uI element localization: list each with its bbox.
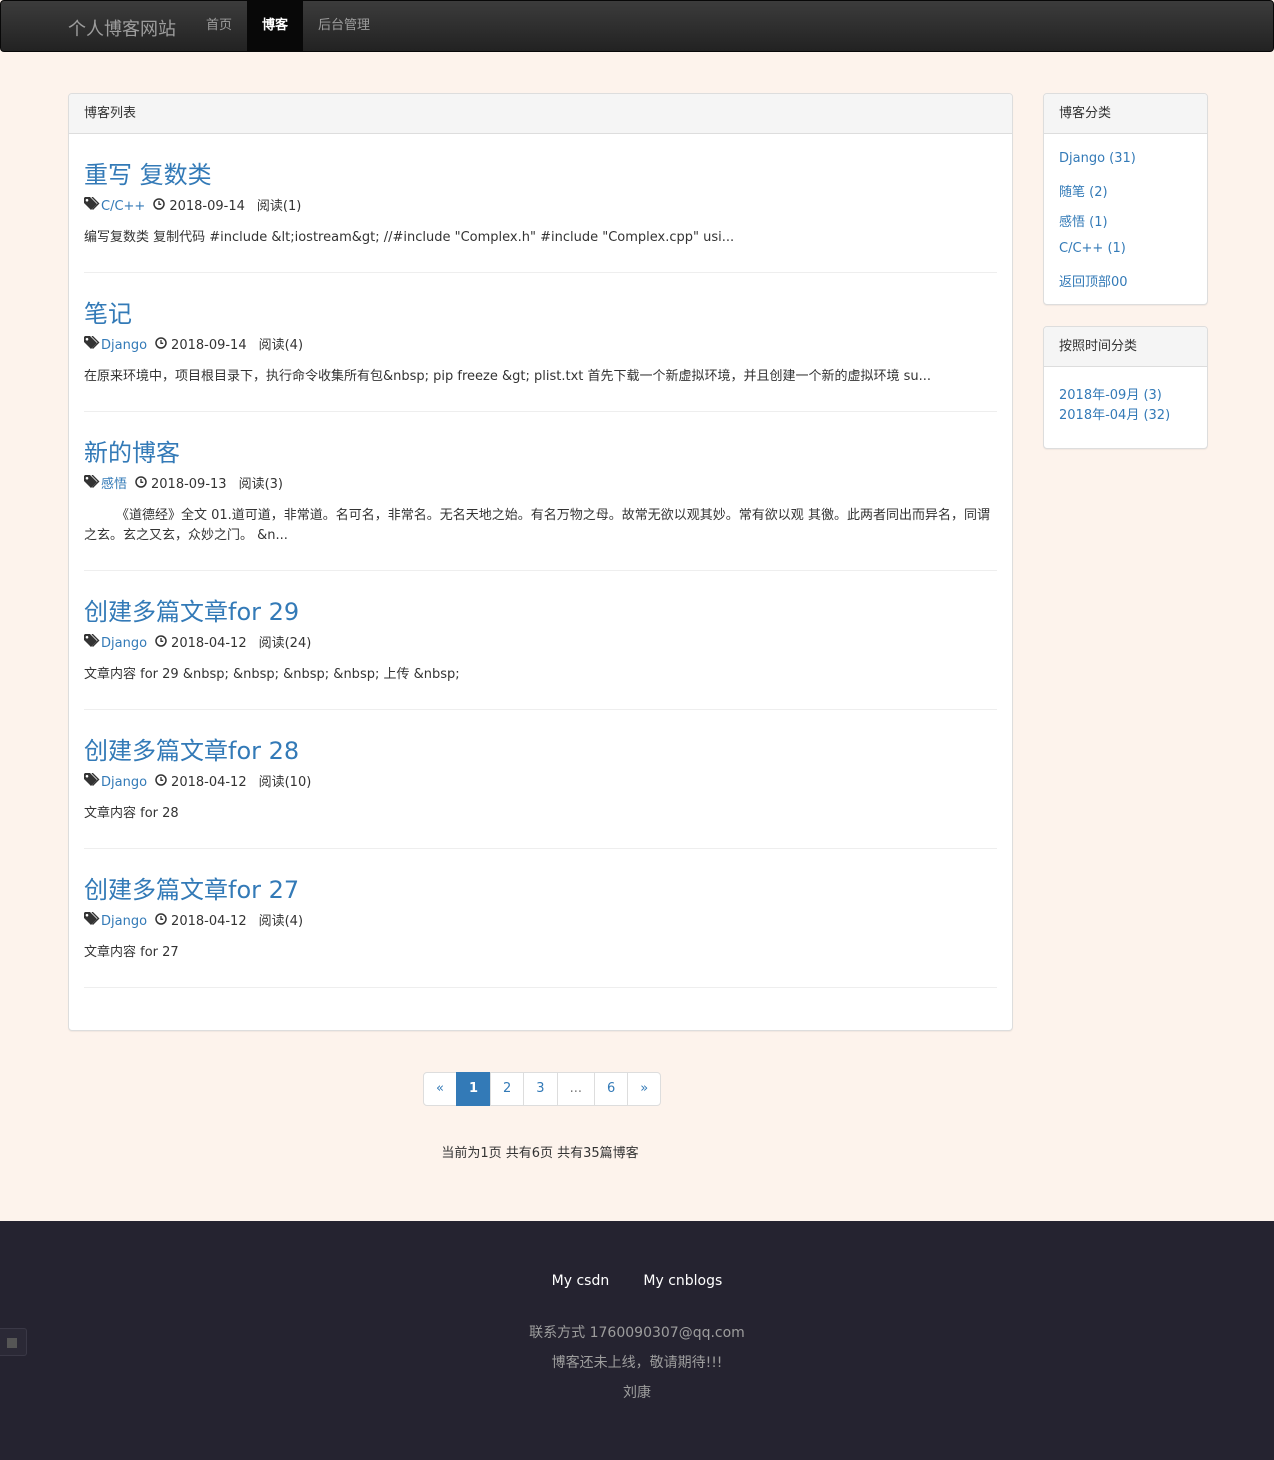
clock-icon <box>135 475 147 494</box>
post-date: 2018-09-14 <box>169 198 245 214</box>
post-title-link[interactable]: 重写 复数类 <box>84 161 212 189</box>
post-views: 阅读(4) <box>258 337 304 353</box>
footer-contact: 联系方式 1760090307@qq.com <box>529 1325 745 1341</box>
archive-panel: 按照时间分类 2018年-09月 (3) 2018年-04月 (32) <box>1043 326 1208 449</box>
page-2-button[interactable]: 2 <box>490 1072 525 1106</box>
post-meta: Django 2018-04-12 阅读(24) <box>84 633 997 653</box>
nav-blog[interactable]: 博客 <box>247 1 304 51</box>
post-item: 重写 复数类 C/C++ 2018-09-14 阅读(1) 编写复数类 复制代码 #in… <box>84 159 997 248</box>
tag-icon <box>84 772 101 792</box>
post-item: 创建多篇文章for 28 Django 2018-04-12 阅读(10) 文章内容 f… <box>84 735 997 824</box>
post-date: 2018-04-12 <box>171 635 247 651</box>
tag-icon <box>84 196 101 216</box>
post-title-link[interactable]: 新的博客 <box>84 439 180 467</box>
post-category-link[interactable]: 感悟 <box>101 476 127 494</box>
page-next-button[interactable]: » <box>627 1072 662 1106</box>
post-summary: 文章内容 for 27 <box>84 945 179 960</box>
post-title-link[interactable]: 创建多篇文章for 28 <box>84 737 299 765</box>
post-title-link[interactable]: 创建多篇文章for 27 <box>84 876 299 904</box>
blog-list-panel: 博客列表 重写 复数类 C/C++ 2018-09-14 阅读(1) 编写复数类 复制代… <box>68 93 1013 1031</box>
post-divider <box>84 272 997 273</box>
footer-notice: 博客还未上线，敬请期待!!! <box>551 1355 723 1371</box>
post-date: 2018-04-12 <box>171 913 247 929</box>
page-1-button[interactable]: 1 <box>455 1072 492 1106</box>
post-summary: 《道德经》全文 01.道可道，非常道。名可名，非常名。无名天地之始。有名万物之母… <box>84 508 990 543</box>
nav-admin[interactable]: 后台管理 <box>303 1 385 51</box>
post-views: 阅读(3) <box>238 476 283 492</box>
post-divider <box>84 411 997 412</box>
post-date: 2018-04-12 <box>171 774 247 790</box>
post-meta: Django 2018-04-12 阅读(4) <box>84 911 997 931</box>
category-link-cpp[interactable]: C/C++ (1) <box>1059 241 1126 256</box>
footer-author: 刘康 <box>623 1385 651 1401</box>
page-prev-button[interactable]: « <box>423 1072 457 1106</box>
post-divider <box>84 848 997 849</box>
page-ellipsis: ... <box>556 1072 595 1106</box>
tag-icon <box>84 474 101 494</box>
side-toggle-widget[interactable] <box>0 1328 27 1356</box>
post-views: 阅读(1) <box>256 198 302 214</box>
tag-icon <box>84 911 101 931</box>
clock-icon <box>155 634 167 653</box>
footer-links: My csdn My cnblogs <box>0 1273 1274 1289</box>
post-title-link[interactable]: 笔记 <box>84 300 132 328</box>
post-divider <box>84 987 997 988</box>
page-6-button[interactable]: 6 <box>593 1072 629 1106</box>
category-panel: 博客分类 Django (31) 随笔 (2) 感悟 (1) C/C++ (1)… <box>1043 93 1208 305</box>
post-item: 笔记 Django 2018-09-14 阅读(4) 在原来环境中，项目根目录下，执行命… <box>84 298 997 387</box>
post-category-link[interactable]: Django <box>101 774 147 792</box>
post-summary: 编写复数类 复制代码 #include &lt;iostream&gt; //#… <box>84 230 735 245</box>
post-meta: 感悟 2018-09-13 阅读(3) <box>84 474 997 494</box>
page-info-text: 当前为1页 共有6页 共有35篇博客 <box>441 1146 639 1161</box>
post-category-link[interactable]: Django <box>101 913 147 931</box>
post-views: 阅读(24) <box>258 635 312 651</box>
post-divider <box>84 570 997 571</box>
back-to-top-link[interactable]: 返回顶部00 <box>1059 271 1128 290</box>
post-category-link[interactable]: Django <box>101 337 147 355</box>
clock-icon <box>155 912 167 931</box>
category-link-ganwu[interactable]: 感悟 (1) <box>1059 211 1108 230</box>
site-footer: My csdn My cnblogs 联系方式 1760090307@qq.co… <box>0 1221 1274 1460</box>
square-icon <box>7 1338 17 1348</box>
post-item: 创建多篇文章for 27 Django 2018-04-12 阅读(4) 文章内容 fo… <box>84 874 997 963</box>
category-link-django[interactable]: Django (31) <box>1059 151 1136 166</box>
footer-link-csdn[interactable]: My csdn <box>552 1273 610 1289</box>
category-heading: 博客分类 <box>1044 94 1207 134</box>
post-title-link[interactable]: 创建多篇文章for 29 <box>84 598 299 626</box>
footer-link-cnblogs[interactable]: My cnblogs <box>643 1273 722 1289</box>
pagination: « 1 2 3 ... 6 » <box>423 1072 662 1106</box>
post-category-link[interactable]: Django <box>101 635 147 653</box>
clock-icon <box>155 336 167 355</box>
post-meta: Django 2018-09-14 阅读(4) <box>84 335 997 355</box>
post-item: 新的博客感悟 2018-09-13 阅读(3) 《道德经》全文 01.道可道，非常道。… <box>84 437 997 546</box>
tag-icon <box>84 633 101 653</box>
post-summary: 文章内容 for 28 <box>84 806 179 821</box>
post-views: 阅读(4) <box>258 913 304 929</box>
post-summary: 文章内容 for 29 &nbsp; &nbsp; &nbsp; &nbsp; … <box>84 667 460 682</box>
archive-heading: 按照时间分类 <box>1044 327 1207 367</box>
tag-icon <box>84 335 101 355</box>
page-3-button[interactable]: 3 <box>523 1072 558 1106</box>
nav-home[interactable]: 首页 <box>191 1 247 51</box>
post-date: 2018-09-13 <box>151 476 227 492</box>
post-date: 2018-09-14 <box>171 337 247 353</box>
post-category-link[interactable]: C/C++ <box>101 198 145 216</box>
site-brand[interactable]: 个人博客网站 <box>68 15 176 41</box>
post-summary: 在原来环境中，项目根目录下，执行命令收集所有包&nbsp; pip freeze… <box>84 369 932 384</box>
archive-link-2018-04[interactable]: 2018年-04月 (32) <box>1059 404 1170 423</box>
post-views: 阅读(10) <box>258 774 312 790</box>
category-link-suibi[interactable]: 随笔 (2) <box>1059 181 1108 200</box>
archive-link-2018-09[interactable]: 2018年-09月 (3) <box>1059 384 1162 403</box>
blog-list-heading: 博客列表 <box>69 94 1012 134</box>
post-divider <box>84 709 997 710</box>
clock-icon <box>155 773 167 792</box>
top-navbar: 个人博客网站 首页 博客 后台管理 <box>0 0 1274 52</box>
post-item: 创建多篇文章for 29 Django 2018-04-12 阅读(24) 文章内容 f… <box>84 596 997 685</box>
clock-icon <box>153 197 166 216</box>
post-meta: C/C++ 2018-09-14 阅读(1) <box>84 196 997 216</box>
main-nav: 首页 博客 后台管理 <box>191 1 385 51</box>
post-meta: Django 2018-04-12 阅读(10) <box>84 772 997 792</box>
